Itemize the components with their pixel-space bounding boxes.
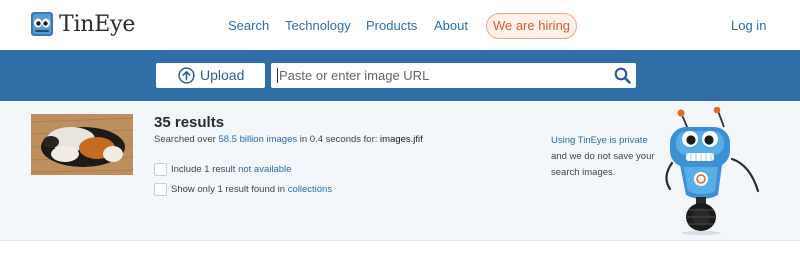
- collections-checkbox[interactable]: [154, 183, 167, 196]
- page: TinEye Search Technology Products About …: [0, 0, 800, 255]
- query-image-thumbnail[interactable]: [31, 114, 133, 175]
- upload-arrow-icon: [178, 67, 195, 84]
- nav-products[interactable]: Products: [366, 18, 417, 34]
- summary-middle: in 0.4 seconds for:: [297, 134, 381, 145]
- search-summary: Searched over 58.5 billion images in 0.4…: [154, 134, 423, 146]
- hiring-button[interactable]: We are hiring: [486, 13, 577, 39]
- unavailable-prefix: Include 1 result: [171, 164, 239, 175]
- collections-link[interactable]: collections: [288, 184, 332, 195]
- unavailable-label: Include 1 result not available: [171, 164, 291, 176]
- nav-technology[interactable]: Technology: [285, 18, 351, 34]
- results-panel: 35 results Searched over 58.5 billion im…: [0, 101, 800, 241]
- nav-search[interactable]: Search: [228, 18, 269, 34]
- login-link[interactable]: Log in: [731, 18, 766, 34]
- privacy-note: Using TinEye is private and we do not sa…: [551, 133, 655, 181]
- indexed-images-link[interactable]: 58.5 billion images: [218, 134, 297, 145]
- brand-name[interactable]: TinEye: [59, 11, 135, 39]
- url-search-box: [271, 63, 636, 88]
- query-file-name: images.jfif: [380, 134, 423, 145]
- image-url-input[interactable]: [279, 65, 599, 86]
- unavailable-checkbox[interactable]: [154, 163, 167, 176]
- tineye-logo-icon[interactable]: [30, 11, 54, 37]
- collections-prefix: Show only 1 result found in: [171, 184, 288, 195]
- privacy-link[interactable]: Using TinEye is private: [551, 133, 655, 149]
- upload-button[interactable]: Upload: [156, 63, 265, 88]
- nav-about[interactable]: About: [434, 18, 468, 34]
- text-caret: [277, 68, 278, 83]
- collections-label: Show only 1 result found in collections: [171, 184, 332, 196]
- robot-mascot-icon: [665, 107, 760, 235]
- top-header: TinEye Search Technology Products About …: [0, 0, 800, 50]
- results-count: 35 results: [154, 114, 225, 131]
- privacy-line-3: search images.: [551, 167, 616, 178]
- upload-label: Upload: [200, 67, 245, 83]
- privacy-line-2: and we do not save your: [551, 151, 655, 162]
- not-available-link[interactable]: not available: [238, 164, 291, 175]
- summary-prefix: Searched over: [154, 134, 219, 145]
- search-icon[interactable]: [614, 67, 631, 84]
